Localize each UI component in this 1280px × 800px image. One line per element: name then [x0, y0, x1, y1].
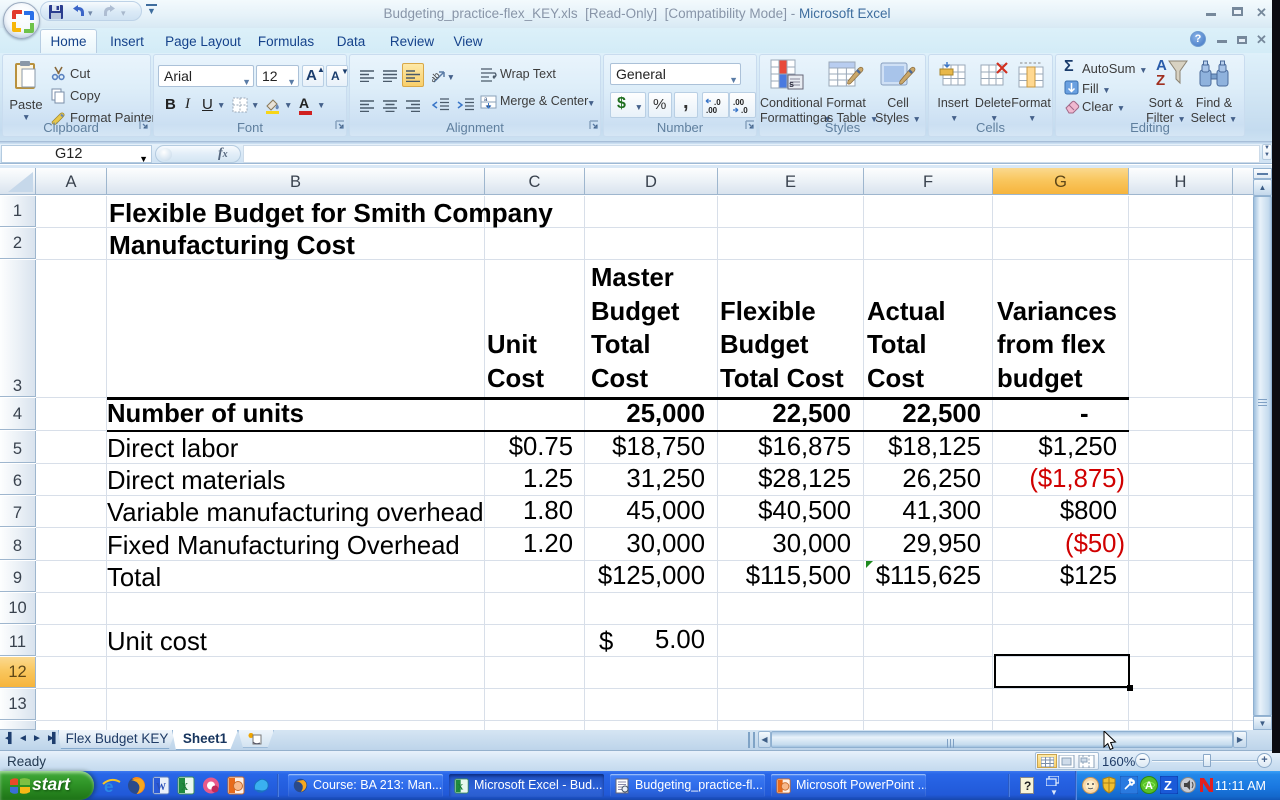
svg-text:.0: .0 — [741, 106, 748, 115]
svg-text:X: X — [181, 782, 189, 793]
svg-text:W: W — [156, 782, 166, 793]
svg-text:.00: .00 — [706, 106, 718, 115]
svg-text:Z: Z — [1164, 778, 1172, 793]
svg-text:s: s — [789, 79, 794, 89]
svg-text:A: A — [1145, 780, 1153, 792]
svg-text:X: X — [457, 783, 463, 792]
